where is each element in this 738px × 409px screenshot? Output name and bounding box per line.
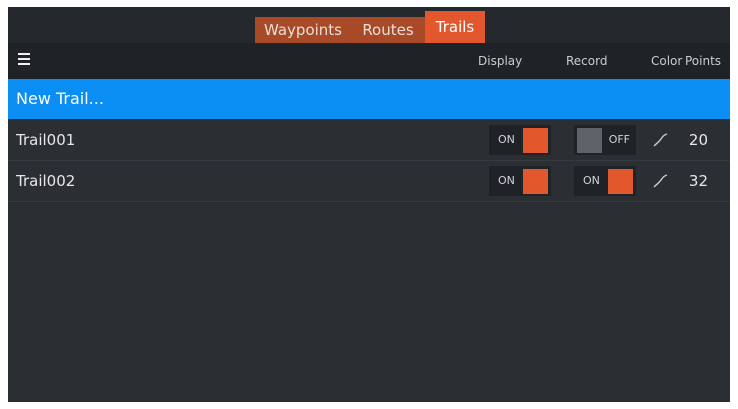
tab-trails[interactable]: Trails xyxy=(425,11,485,43)
record-toggle[interactable]: ON xyxy=(574,166,636,196)
tab-waypoints[interactable]: Waypoints xyxy=(255,17,351,43)
tab-routes[interactable]: Routes xyxy=(351,17,425,43)
new-trail-button[interactable]: New Trail... xyxy=(8,79,730,119)
column-header-row: Display Record Color Points xyxy=(8,43,730,79)
trail-row[interactable]: Trail002 ON ON 32 xyxy=(8,161,730,202)
toggle-knob xyxy=(577,128,602,153)
toggle-knob xyxy=(608,169,633,194)
trails-window: Waypoints Routes Trails Display Record C… xyxy=(8,7,730,402)
trail-name: Trail002 xyxy=(16,172,76,190)
column-header-record: Record xyxy=(566,54,608,68)
new-trail-label: New Trail... xyxy=(16,89,104,108)
display-toggle[interactable]: ON xyxy=(489,166,551,196)
column-header-color: Color xyxy=(651,54,683,68)
trail-line-icon[interactable] xyxy=(652,173,668,189)
toggle-label: OFF xyxy=(608,133,630,146)
record-toggle[interactable]: OFF xyxy=(574,125,636,155)
tab-bar: Waypoints Routes Trails xyxy=(8,7,730,43)
trail-line-icon[interactable] xyxy=(652,132,668,148)
column-header-points: Points xyxy=(685,54,722,68)
toggle-knob xyxy=(523,169,548,194)
toggle-label: ON xyxy=(498,174,515,187)
toggle-knob xyxy=(523,128,548,153)
toggle-label: ON xyxy=(583,174,600,187)
trail-points: 32 xyxy=(688,172,708,190)
column-header-display: Display xyxy=(478,54,523,68)
trail-points: 20 xyxy=(688,131,708,149)
toggle-label: ON xyxy=(498,133,515,146)
display-toggle[interactable]: ON xyxy=(489,125,551,155)
trail-row[interactable]: Trail001 ON OFF 20 xyxy=(8,120,730,161)
hamburger-menu-icon[interactable] xyxy=(18,53,34,69)
trail-name: Trail001 xyxy=(16,131,76,149)
